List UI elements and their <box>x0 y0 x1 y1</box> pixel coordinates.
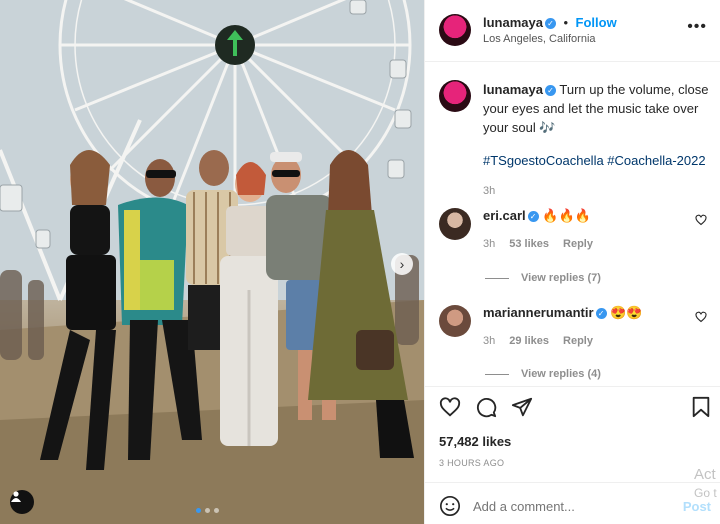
caption-time: 3h <box>483 185 496 197</box>
carousel-dot <box>196 508 201 513</box>
post-header: lunamaya ✓ • Follow Los Angeles, Californ… <box>439 14 711 48</box>
share-icon[interactable] <box>511 396 533 418</box>
post-timestamp: 3 HOURS AGO <box>439 458 505 468</box>
comment-text: 😍😍 <box>610 305 643 320</box>
chevron-right-icon: › <box>399 256 405 272</box>
avatar[interactable] <box>439 305 471 337</box>
avatar[interactable] <box>439 80 471 112</box>
comment-input[interactable] <box>473 498 671 514</box>
verified-badge-icon: ✓ <box>527 211 539 223</box>
like-heart-icon[interactable] <box>439 396 461 418</box>
heart-icon[interactable] <box>695 311 707 323</box>
heart-icon[interactable] <box>695 214 707 226</box>
verified-badge-icon: ✓ <box>544 85 556 97</box>
divider <box>425 482 720 483</box>
comment-item: eri.carl ✓ 🔥🔥🔥 3h 53 likes Reply <box>439 208 711 250</box>
avatar[interactable] <box>439 208 471 240</box>
carousel-dot <box>205 508 210 513</box>
reply-button[interactable]: Reply <box>563 335 593 347</box>
comment-time: 3h <box>483 335 496 347</box>
post-photo[interactable]: › <box>0 0 424 524</box>
more-options-icon[interactable]: ••• <box>687 18 707 36</box>
comment-icon[interactable] <box>475 396 497 418</box>
view-replies-button[interactable]: View replies (4) <box>485 368 601 380</box>
save-bookmark-icon[interactable] <box>691 396 711 418</box>
caption-username[interactable]: lunamaya <box>483 82 543 97</box>
user-icon <box>11 491 21 502</box>
comment-username[interactable]: mariannerumantir <box>483 305 594 320</box>
comment-item: mariannerumantir ✓ 😍😍 3h 29 likes Reply <box>439 305 711 347</box>
divider <box>485 373 509 375</box>
comment-username[interactable]: eri.carl <box>483 208 526 223</box>
likes-count[interactable]: 57,482 likes <box>439 434 511 449</box>
post-details-panel: lunamaya ✓ • Follow Los Angeles, Californ… <box>424 0 720 524</box>
carousel-dot <box>214 508 219 513</box>
post-location[interactable]: Los Angeles, California <box>483 31 617 47</box>
activate-windows-watermark: Act Go t <box>694 466 717 500</box>
view-replies-label: View replies (7) <box>521 272 601 284</box>
festival-photo-illustration <box>0 0 424 524</box>
comment-likes[interactable]: 53 likes <box>509 238 549 250</box>
verified-badge-icon: ✓ <box>544 17 556 29</box>
divider <box>425 386 720 387</box>
author-username[interactable]: lunamaya <box>483 15 543 30</box>
divider <box>425 61 720 62</box>
avatar[interactable] <box>439 14 471 46</box>
carousel-dots <box>196 508 219 513</box>
divider <box>485 277 509 279</box>
comment-time: 3h <box>483 238 496 250</box>
reply-button[interactable]: Reply <box>563 238 593 250</box>
emoji-icon[interactable] <box>439 495 461 517</box>
comment-composer: Post <box>439 494 711 518</box>
post-caption: lunamaya ✓ Turn up the volume, close your… <box>439 80 711 201</box>
tagged-users-button[interactable] <box>10 490 34 514</box>
view-replies-label: View replies (4) <box>521 368 601 380</box>
comment-likes[interactable]: 29 likes <box>509 335 549 347</box>
next-photo-button[interactable]: › <box>391 253 413 275</box>
caption-hashtags[interactable]: #TSgoestoCoachella #Coachella-2022 <box>483 151 711 170</box>
post-actions <box>439 396 711 422</box>
follow-button[interactable]: Follow <box>576 15 617 30</box>
view-replies-button[interactable]: View replies (7) <box>485 272 601 284</box>
comment-text: 🔥🔥🔥 <box>542 208 591 223</box>
verified-badge-icon: ✓ <box>595 308 607 320</box>
